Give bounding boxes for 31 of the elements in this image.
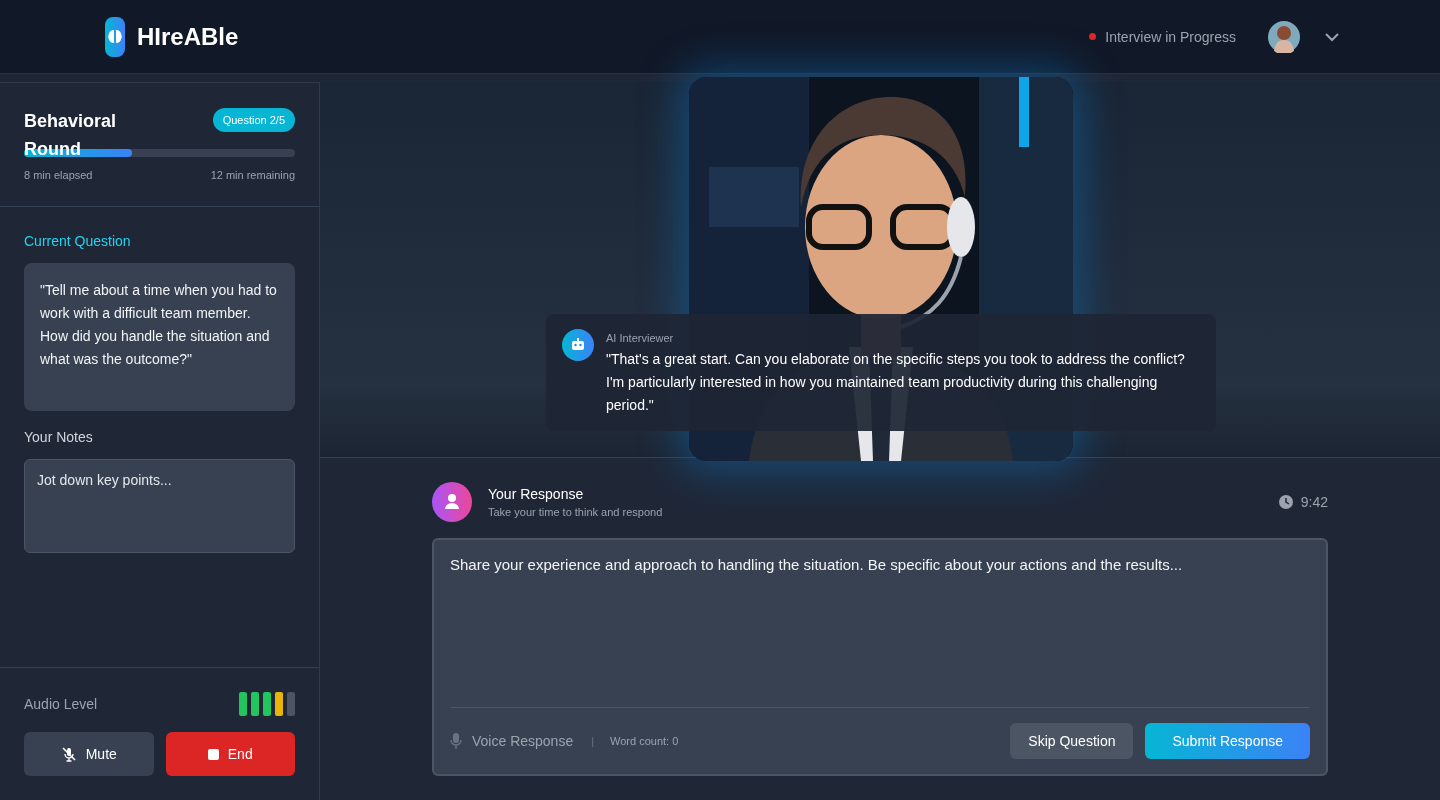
question-text: "Tell me about a time when you had to work with a difficult team member. How did you handle the situation and what was the outcome?" <box>40 282 277 367</box>
chevron-down-icon[interactable] <box>1324 31 1340 42</box>
mute-button[interactable]: Mute <box>24 732 154 776</box>
stop-icon <box>207 748 219 760</box>
separator-text: | <box>591 735 595 747</box>
end-button[interactable]: End <box>165 732 295 776</box>
mic-off-icon <box>60 746 77 762</box>
question-badge: Question 2/5 <box>212 108 295 132</box>
user-icon <box>432 482 472 522</box>
sender-name: AI Interviewer <box>606 332 675 344</box>
skip-button[interactable]: Skip Question <box>1010 723 1134 759</box>
brand-name: HIreABle <box>137 22 239 51</box>
timer-text: 9:42 <box>1300 494 1328 510</box>
robot-icon <box>562 329 594 361</box>
response-field[interactable]: Share your experience and approach to handling the situation. Be specific about your actions and the results... Voice Response | Word count: 0 Skip Question Submit Response <box>432 538 1328 776</box>
current-question-label: Current Question <box>24 233 132 249</box>
audio-level-label: Audio Level <box>24 696 98 712</box>
voice-response-button[interactable]: Voice Response <box>450 733 574 749</box>
response-subtitle: Take your time to think and respond <box>488 506 664 518</box>
response-title: Your Response <box>488 486 585 502</box>
elapsed-time: 8 min elapsed <box>24 169 93 181</box>
notes-label: Your Notes <box>24 429 94 445</box>
word-count: Word count: 0 <box>610 735 679 747</box>
notes-field[interactable]: Jot down key points... <box>24 459 295 553</box>
brain-logo-icon <box>105 15 125 58</box>
message-text: "That's a great start. Can you elaborate on the specific steps you took to address the conflict? I'm particularly interested in how you maintained team productivity during this challenging period." <box>606 350 1186 415</box>
microphone-icon <box>450 733 462 749</box>
status-label: Interview in Progress <box>1105 28 1236 45</box>
remaining-time: 12 min remaining <box>210 169 295 181</box>
avatar-icon[interactable] <box>1268 20 1300 53</box>
clock-icon <box>1278 495 1293 509</box>
